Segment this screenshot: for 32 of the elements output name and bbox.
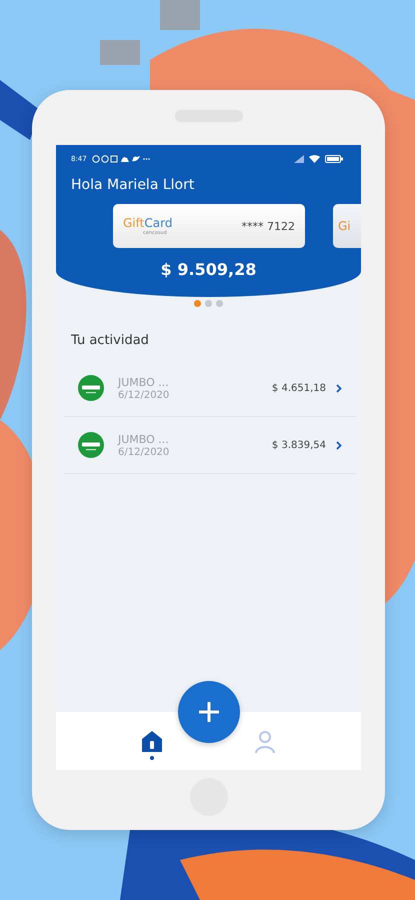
transaction-row[interactable]: JUMBO ... 6/12/2020 $ 4.651,18 bbox=[64, 360, 356, 417]
wifi-icon bbox=[309, 155, 320, 163]
background-block bbox=[160, 0, 200, 30]
merchant-name: JUMBO ... bbox=[118, 376, 170, 388]
home-tab[interactable] bbox=[141, 730, 164, 760]
signal-icon bbox=[294, 155, 304, 163]
chevron-icon bbox=[336, 384, 342, 392]
card-number: **** 7122 bbox=[242, 220, 295, 232]
greeting-text: Hola Mariela Llort bbox=[71, 177, 196, 193]
card-logo-text: Gi bbox=[338, 219, 351, 233]
pager-dot[interactable] bbox=[194, 300, 201, 307]
store-logo-icon bbox=[78, 375, 104, 401]
transaction-row[interactable]: JUMBO ... 6/12/2020 $ 3.839,54 bbox=[64, 417, 356, 474]
section-title: Tu actividad bbox=[71, 333, 150, 348]
balance-amount: $ 9.509,28 bbox=[160, 260, 258, 279]
notification-icons-drawing bbox=[92, 155, 150, 163]
store-logo-icon bbox=[78, 432, 104, 458]
transaction-date: 6/12/2020 bbox=[118, 446, 170, 458]
pager-dot[interactable] bbox=[205, 300, 212, 307]
transaction-date: 6/12/2020 bbox=[118, 390, 170, 400]
card-logo-text: GiftCard bbox=[123, 216, 172, 230]
background-stripe bbox=[0, 80, 40, 140]
battery-icon bbox=[325, 155, 343, 163]
merchant-name: JUMBO ... bbox=[118, 432, 170, 446]
background-block bbox=[100, 40, 140, 65]
plus-icon bbox=[199, 702, 219, 722]
pager-dot[interactable] bbox=[216, 300, 223, 307]
chevron-icon bbox=[336, 440, 342, 450]
add-button[interactable] bbox=[178, 681, 240, 743]
transaction-amount: $ 3.839,54 bbox=[272, 440, 326, 450]
transaction-amount: $ 4.651,18 bbox=[272, 382, 326, 394]
home-icon bbox=[141, 730, 164, 760]
